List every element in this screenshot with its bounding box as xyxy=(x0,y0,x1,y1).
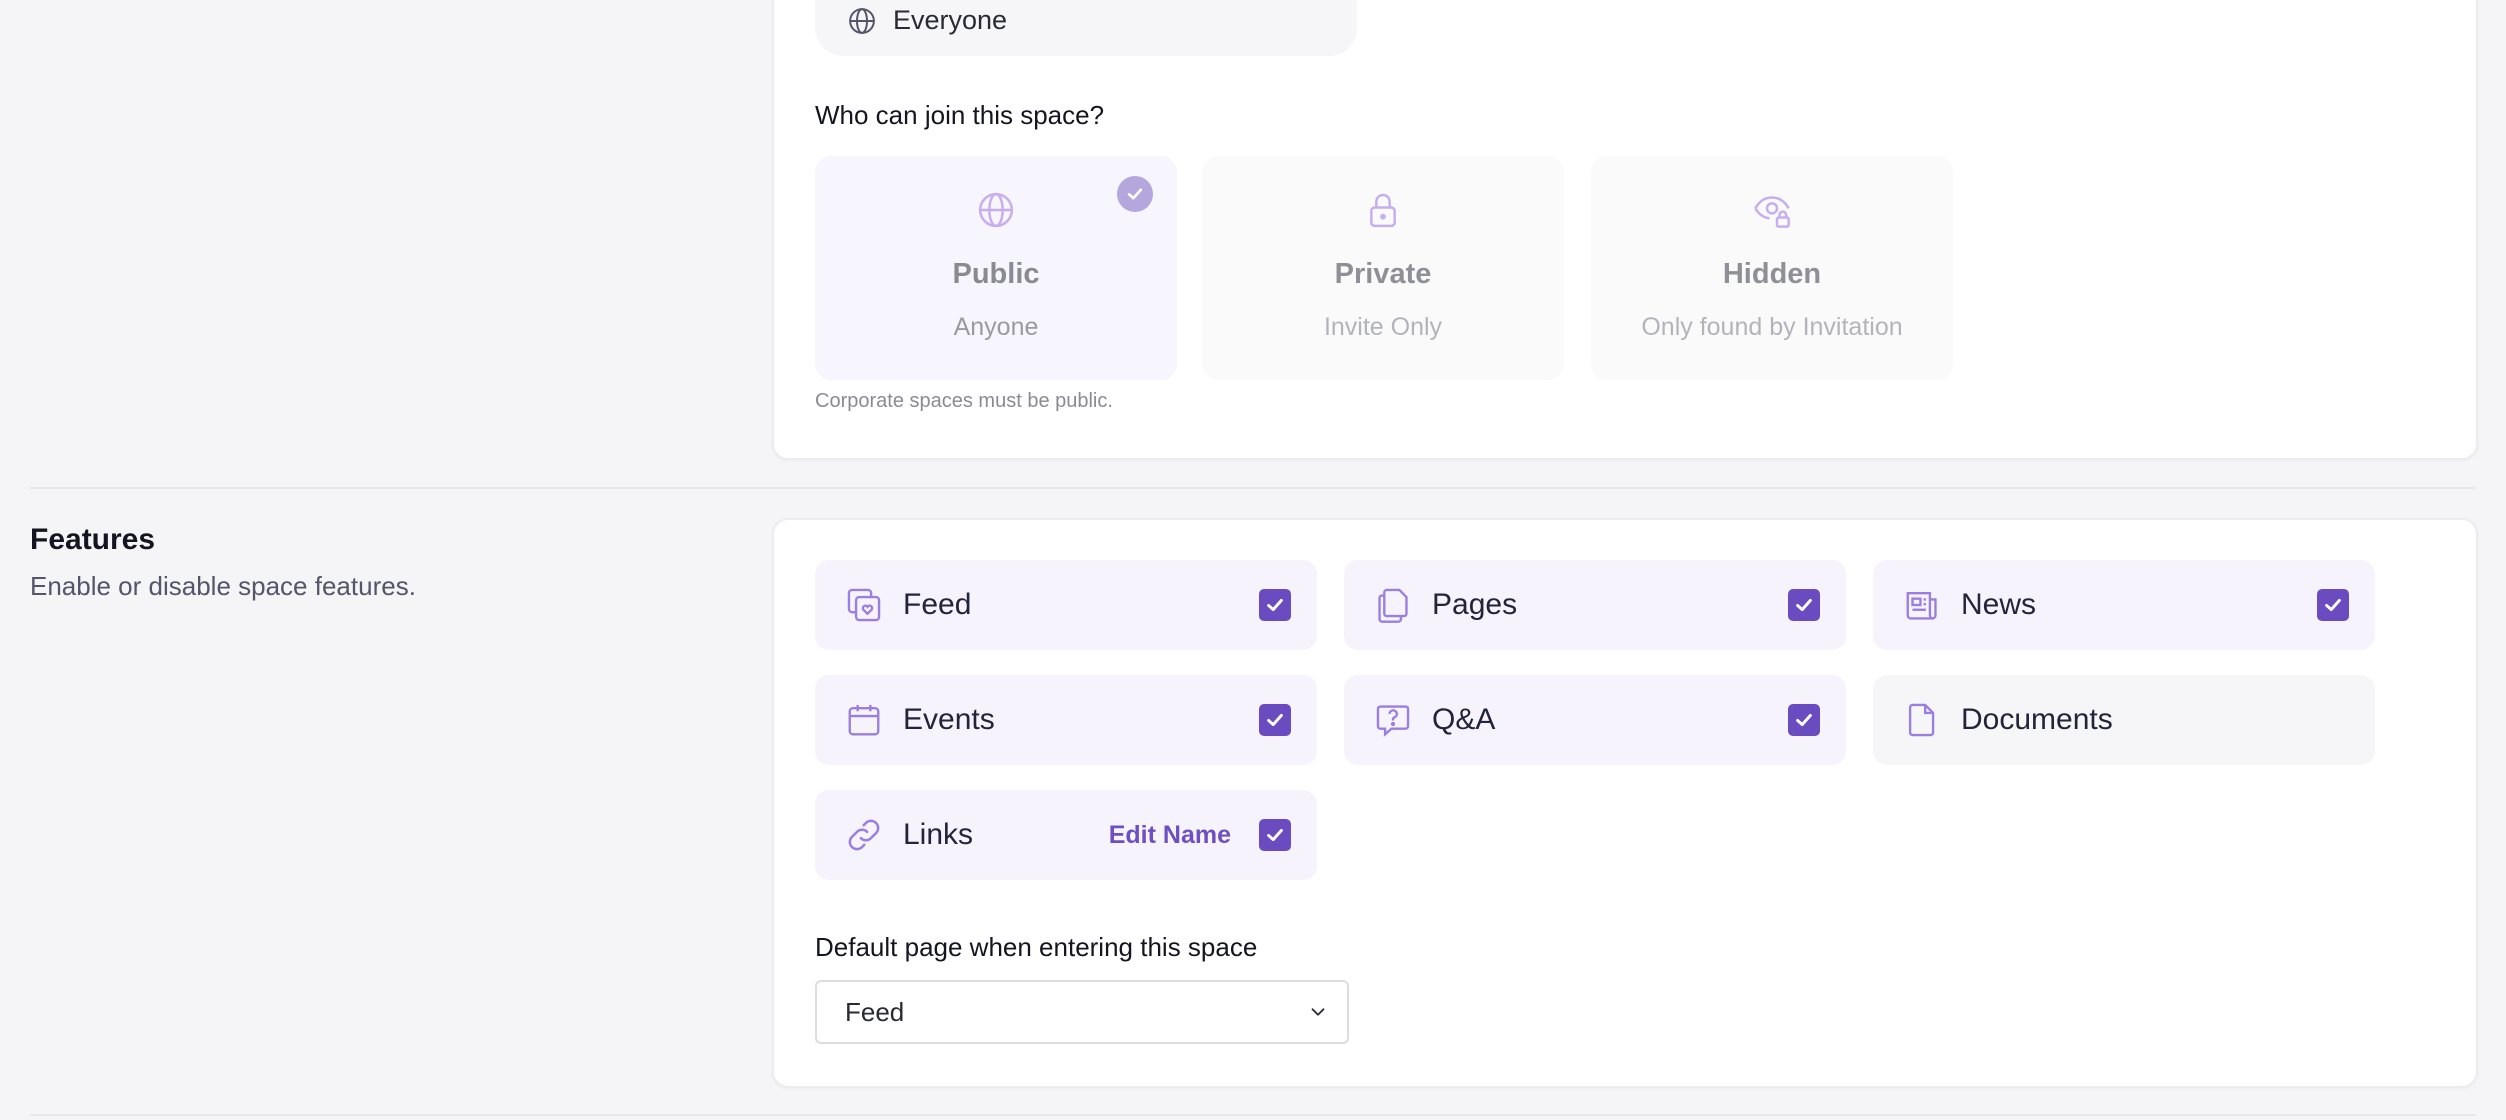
feature-label: Events xyxy=(903,703,995,736)
news-icon xyxy=(1906,591,1937,620)
link-icon xyxy=(848,819,880,851)
join-option-hidden[interactable]: Hidden Only found by Invitation xyxy=(1591,156,1953,380)
feature-toggle-events[interactable]: Events xyxy=(815,675,1317,765)
chevron-down-icon xyxy=(1311,1008,1325,1016)
feature-checkbox[interactable] xyxy=(1788,704,1820,736)
edit-name-link[interactable]: Edit Name xyxy=(1109,821,1231,850)
section-description: Enable or disable space features. xyxy=(30,571,416,601)
eye-lock-icon xyxy=(1754,196,1790,228)
section-divider xyxy=(30,487,2476,489)
default-page-label: Default page when entering this space xyxy=(815,932,1258,962)
calendar-icon xyxy=(848,704,880,736)
pages-icon xyxy=(1378,588,1408,623)
feature-label: Pages xyxy=(1432,588,1518,621)
feature-label: Q&A xyxy=(1432,703,1496,736)
question-bubble-icon xyxy=(1376,705,1410,737)
globe-icon xyxy=(978,192,1014,228)
feature-checkbox[interactable] xyxy=(1259,819,1291,851)
feature-checkbox[interactable] xyxy=(1259,704,1291,736)
selected-check-icon xyxy=(1117,176,1153,212)
default-page-select[interactable]: Feed xyxy=(815,980,1349,1044)
join-label: Who can join this space? xyxy=(815,100,1105,130)
section-title: Features xyxy=(30,523,156,556)
visibility-value: Everyone xyxy=(893,5,1008,35)
join-option-subtitle: Anyone xyxy=(953,313,1039,341)
section-divider xyxy=(30,1114,2476,1116)
feature-label: Links xyxy=(903,818,974,851)
join-option-title: Private xyxy=(1334,258,1432,290)
feature-checkbox[interactable] xyxy=(1788,589,1820,621)
feature-label: Feed xyxy=(903,588,972,621)
join-option-subtitle: Only found by Invitation xyxy=(1641,313,1903,341)
join-option-title: Public xyxy=(952,258,1040,290)
default-page-value: Feed xyxy=(845,996,905,1027)
lock-icon xyxy=(1370,193,1396,228)
feature-label: News xyxy=(1961,588,2037,621)
join-option-title: Hidden xyxy=(1722,258,1822,290)
feature-toggle-documents[interactable]: Documents xyxy=(1873,675,2375,765)
public-hint: Corporate spaces must be public. xyxy=(815,390,1113,412)
feature-toggle-news[interactable]: News xyxy=(1873,560,2375,650)
join-option-private[interactable]: Private Invite Only xyxy=(1202,156,1564,380)
feed-icon xyxy=(847,588,881,622)
globe-icon xyxy=(849,8,875,34)
join-option-subtitle: Invite Only xyxy=(1323,313,1443,341)
feature-label: Documents xyxy=(1961,703,2113,736)
document-icon xyxy=(1908,703,1935,737)
feature-checkbox[interactable] xyxy=(2317,589,2349,621)
visibility-select[interactable]: Everyone xyxy=(815,0,1357,56)
feature-toggle-feed[interactable]: Feed xyxy=(815,560,1317,650)
feature-toggle-links[interactable]: Links Edit Name xyxy=(815,790,1317,880)
feature-toggle-pages[interactable]: Pages xyxy=(1344,560,1846,650)
feature-checkbox[interactable] xyxy=(1259,589,1291,621)
feature-toggle-qa[interactable]: Q&A xyxy=(1344,675,1846,765)
